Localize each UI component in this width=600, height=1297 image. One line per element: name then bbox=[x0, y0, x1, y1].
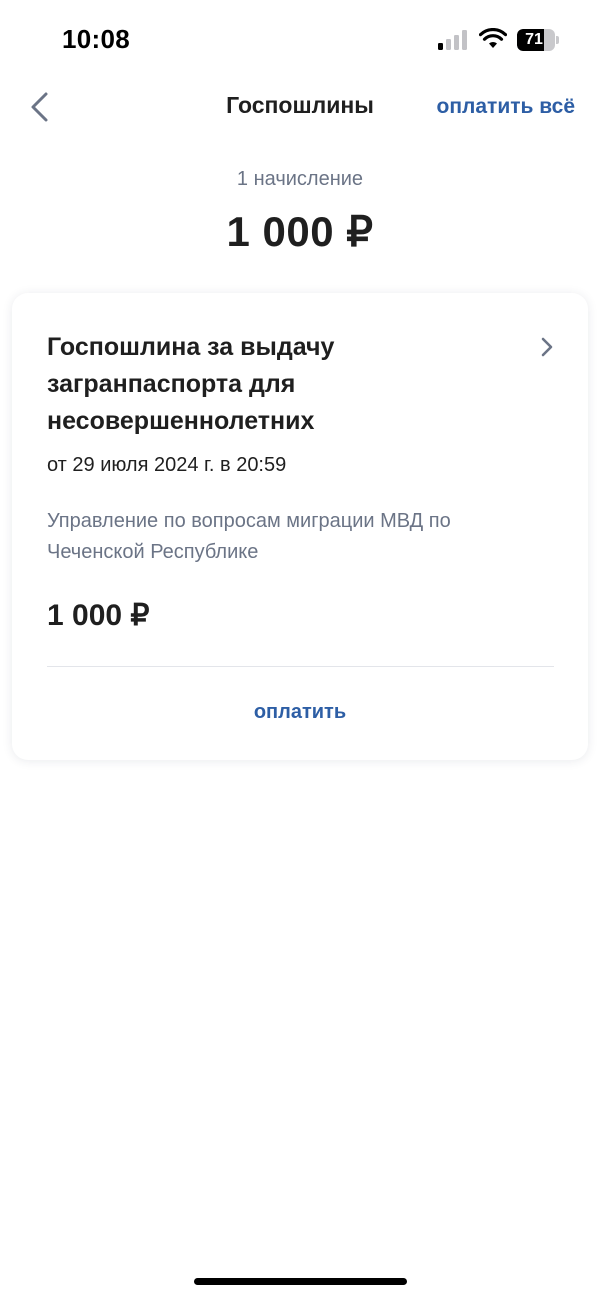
charge-date: от 29 июля 2024 г. в 20:59 bbox=[47, 454, 287, 476]
chevron-right-icon[interactable] bbox=[536, 335, 558, 359]
wifi-icon bbox=[479, 28, 507, 48]
cellular-signal-icon bbox=[438, 30, 467, 50]
battery-body: 71 bbox=[517, 29, 555, 51]
charge-amount: 1 000 ₽ bbox=[47, 599, 150, 632]
charge-card[interactable]: Госпошлина за выдачу загранпаспорта для … bbox=[12, 293, 588, 760]
charge-title: Госпошлина за выдачу загранпаспорта для … bbox=[47, 333, 335, 435]
divider bbox=[47, 666, 554, 667]
battery-cap bbox=[556, 36, 559, 44]
charges-count: 1 начисление bbox=[236, 168, 364, 190]
status-time: 10:08 bbox=[62, 24, 130, 54]
charge-organization: Управление по вопросам миграции МВД по Ч… bbox=[47, 510, 451, 563]
home-indicator[interactable] bbox=[194, 1278, 407, 1285]
nav-header: Госпошлины оплатить всё bbox=[0, 80, 600, 134]
battery-level: 71 bbox=[525, 31, 543, 48]
pay-button[interactable]: оплатить bbox=[12, 701, 588, 724]
pay-all-button[interactable]: оплатить всё bbox=[437, 95, 576, 119]
status-bar: 10:08 71 bbox=[0, 0, 600, 80]
charges-total: 1 000 ₽ bbox=[226, 208, 374, 255]
battery-icon: 71 bbox=[517, 29, 559, 51]
